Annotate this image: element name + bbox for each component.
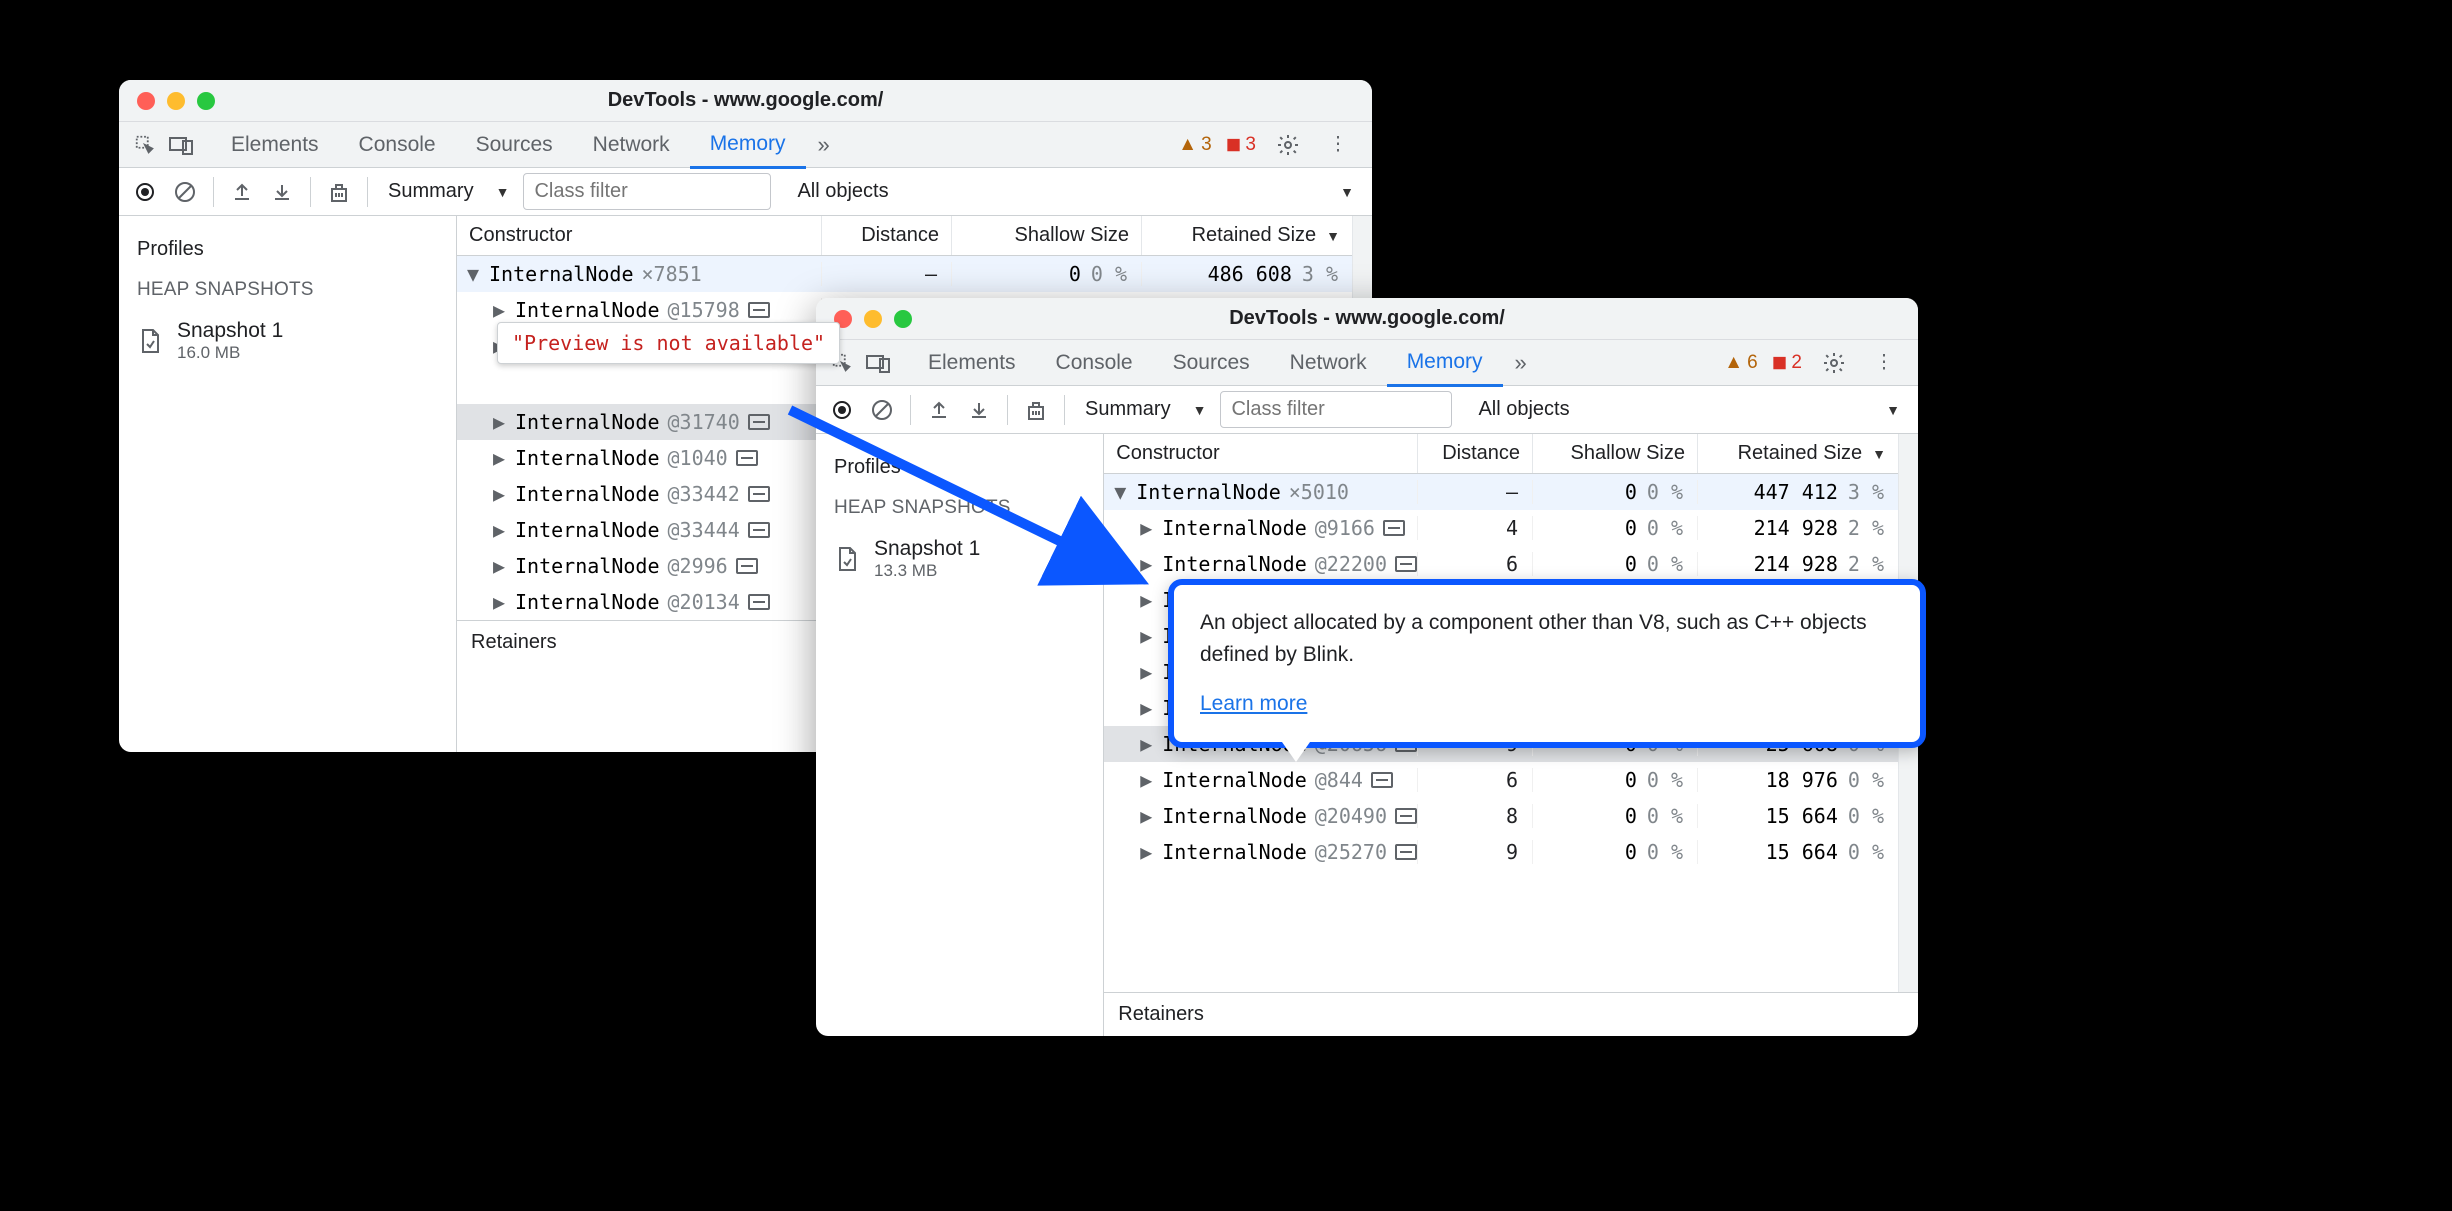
element-icon — [748, 522, 770, 538]
preview-tooltip: "Preview is not available" — [497, 322, 840, 364]
zoom-icon[interactable] — [197, 92, 215, 110]
settings-icon[interactable] — [1270, 127, 1306, 163]
panel-tabs: Elements Console Sources Network Memory … — [211, 122, 1178, 167]
view-select[interactable]: Summary▼ — [378, 176, 519, 207]
snapshot-item[interactable]: Snapshot 1 16.0 MB — [119, 311, 456, 371]
window-title: DevTools - www.google.com/ — [119, 89, 1372, 112]
download-icon[interactable] — [264, 174, 300, 210]
object-description-tooltip: An object allocated by a component other… — [1168, 579, 1926, 748]
menu-icon[interactable]: ⋮ — [1866, 345, 1902, 381]
retainers-panel-header[interactable]: Retainers — [1104, 992, 1918, 1036]
col-distance[interactable]: Distance — [822, 216, 952, 255]
element-icon — [748, 594, 770, 610]
snapshot-icon — [137, 328, 163, 354]
warning-badge[interactable]: ▲ 3 — [1178, 134, 1211, 156]
class-filter-input[interactable] — [1220, 391, 1452, 428]
error-count: 2 — [1791, 352, 1802, 374]
tab-elements[interactable]: Elements — [211, 123, 339, 167]
close-icon[interactable] — [137, 92, 155, 110]
class-filter-input[interactable] — [523, 173, 771, 210]
table-header: Constructor Distance Shallow Size Retain… — [457, 216, 1352, 256]
profiles-label: Profiles — [119, 230, 456, 269]
col-shallow[interactable]: Shallow Size — [1533, 434, 1698, 473]
table-row[interactable]: ▶InternalNode @25270 9 00 % 15 6640 % — [1104, 834, 1898, 870]
upload-icon[interactable] — [224, 174, 260, 210]
zoom-icon[interactable] — [894, 310, 912, 328]
inspect-icon[interactable] — [127, 127, 163, 163]
col-constructor[interactable]: Constructor — [457, 216, 822, 255]
snapshot-size: 16.0 MB — [177, 343, 283, 363]
tab-memory[interactable]: Memory — [690, 122, 806, 169]
col-shallow[interactable]: Shallow Size — [952, 216, 1142, 255]
settings-icon[interactable] — [1816, 345, 1852, 381]
memory-toolbar: Summary▼ All objects ▼ — [119, 168, 1372, 216]
col-retained[interactable]: Retained Size▼ — [1698, 434, 1898, 473]
table-row[interactable]: ▶InternalNode @22200 6 00 % 214 9282 % — [1104, 546, 1898, 582]
warning-badge[interactable]: ▲ 6 — [1724, 352, 1757, 374]
table-row[interactable]: ▶InternalNode @9166 4 00 % 214 9282 % — [1104, 510, 1898, 546]
element-icon — [748, 414, 770, 430]
record-icon[interactable] — [127, 174, 163, 210]
element-icon — [1371, 772, 1393, 788]
titlebar[interactable]: DevTools - www.google.com/ — [816, 298, 1918, 340]
more-tabs-icon[interactable]: » — [806, 132, 842, 158]
traffic-lights — [119, 92, 215, 110]
window-title: DevTools - www.google.com/ — [816, 307, 1918, 330]
element-icon — [736, 558, 758, 574]
tab-memory[interactable]: Memory — [1387, 340, 1503, 387]
devtools-tabbar: Elements Console Sources Network Memory … — [816, 340, 1918, 386]
element-icon — [1395, 808, 1417, 824]
menu-icon[interactable]: ⋮ — [1320, 127, 1356, 163]
tab-sources[interactable]: Sources — [456, 123, 573, 167]
table-row[interactable]: ▶InternalNode @844 6 00 % 18 9760 % — [1104, 762, 1898, 798]
tab-console[interactable]: Console — [1036, 341, 1153, 385]
tab-elements[interactable]: Elements — [908, 341, 1036, 385]
table-header: Constructor Distance Shallow Size Retain… — [1104, 434, 1898, 474]
col-retained[interactable]: Retained Size▼ — [1142, 216, 1352, 255]
device-icon[interactable] — [860, 345, 896, 381]
devtools-tabbar: Elements Console Sources Network Memory … — [119, 122, 1372, 168]
table-row-parent[interactable]: ▼InternalNode ×5010 – 00 % 447 4123 % — [1104, 474, 1898, 510]
error-badge[interactable]: ◼ 2 — [1772, 351, 1802, 374]
warning-count: 3 — [1201, 134, 1212, 156]
titlebar[interactable]: DevTools - www.google.com/ — [119, 80, 1372, 122]
scope-select[interactable]: All objects — [1468, 394, 1579, 425]
annotation-arrow — [770, 390, 1180, 610]
table-row-parent[interactable]: ▼InternalNode ×7851 – 00 % 486 6083 % — [457, 256, 1352, 292]
scope-dropdown-icon[interactable]: ▼ — [1340, 184, 1354, 200]
gc-icon[interactable] — [321, 174, 357, 210]
element-icon — [736, 450, 758, 466]
tab-console[interactable]: Console — [339, 123, 456, 167]
panel-tabs: Elements Console Sources Network Memory … — [908, 340, 1724, 385]
scope-label: All objects — [797, 180, 888, 203]
element-icon — [748, 302, 770, 318]
table-row[interactable]: ▶InternalNode @20490 8 00 % 15 6640 % — [1104, 798, 1898, 834]
learn-more-link[interactable]: Learn more — [1200, 692, 1307, 715]
element-icon — [1383, 520, 1405, 536]
error-badge[interactable]: ◼ 3 — [1226, 133, 1256, 156]
profiles-sidebar: Profiles HEAP SNAPSHOTS Snapshot 1 16.0 … — [119, 216, 457, 752]
minimize-icon[interactable] — [864, 310, 882, 328]
element-icon — [1395, 844, 1417, 860]
tab-network[interactable]: Network — [573, 123, 690, 167]
minimize-icon[interactable] — [167, 92, 185, 110]
col-distance[interactable]: Distance — [1418, 434, 1533, 473]
tab-network[interactable]: Network — [1270, 341, 1387, 385]
device-icon[interactable] — [163, 127, 199, 163]
warning-count: 6 — [1747, 352, 1758, 374]
heap-snapshots-header: HEAP SNAPSHOTS — [119, 269, 456, 311]
tab-sources[interactable]: Sources — [1153, 341, 1270, 385]
clear-icon[interactable] — [167, 174, 203, 210]
scope-dropdown-icon[interactable]: ▼ — [1886, 402, 1900, 418]
view-select-label: Summary — [388, 180, 474, 203]
snapshot-name: Snapshot 1 — [177, 319, 283, 343]
error-count: 3 — [1245, 134, 1256, 156]
more-tabs-icon[interactable]: » — [1503, 350, 1539, 376]
tooltip-text: An object allocated by a component other… — [1200, 607, 1894, 670]
scope-label: All objects — [1478, 398, 1569, 421]
element-icon — [748, 486, 770, 502]
scope-select[interactable]: All objects — [787, 176, 898, 207]
element-icon — [1395, 556, 1417, 572]
